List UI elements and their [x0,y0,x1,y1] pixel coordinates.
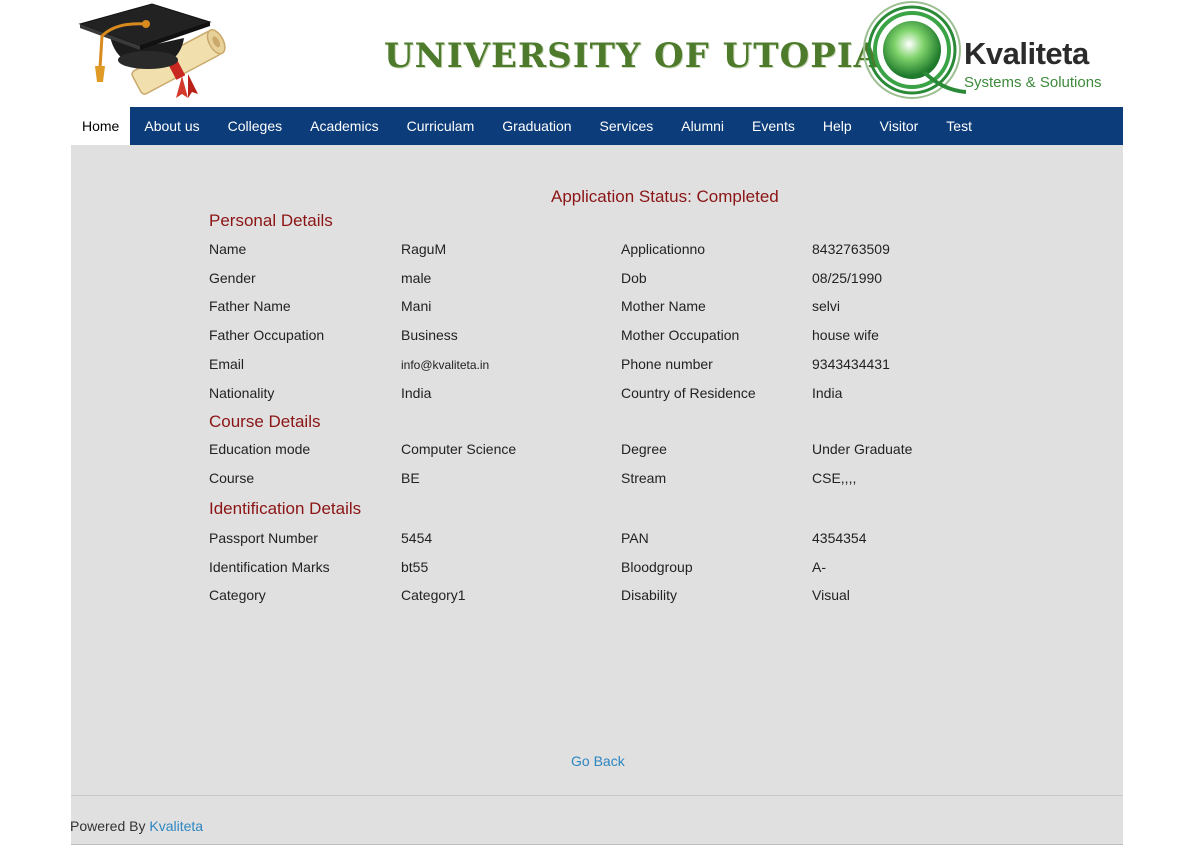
field-value: Computer Science [401,441,517,457]
field-value: house wife [812,327,879,344]
nav-item-events[interactable]: Events [738,107,809,145]
field-label: Mother Name [621,298,706,315]
detail-row: Category Category1 Disability Visual [71,587,1123,607]
field-value: RaguM [401,241,447,257]
field-value: bt55 [401,558,429,575]
field-label: Course [209,469,255,486]
graduation-cap-icon [78,3,226,98]
powered-by: Powered By Kvaliteta [70,818,203,834]
detail-row: Name RaguM Applicationno 8432763509 [71,241,1123,261]
detail-row: Email info@kvaliteta.in Phone number 934343… [71,356,1123,376]
field-label: Category [209,587,266,604]
kvaliteta-link[interactable]: Kvaliteta [149,818,203,834]
header: UNIVERSITY OF UTOPIA Kvaliteta Systems &… [0,0,1194,107]
field-value: male [401,269,432,286]
brand-name: Kvaliteta [964,36,1089,71]
detail-row: Passport Number 5454 PAN 4354354 [71,530,1123,550]
nav-item-graduation[interactable]: Graduation [488,107,585,145]
nav-item-help[interactable]: Help [809,107,866,145]
nav-item-alumni[interactable]: Alumni [667,107,738,145]
field-label: Passport Number [209,530,318,546]
detail-row: Nationality India Country of Residence Indi… [71,385,1123,405]
content-area: Application Status: Completed Personal D… [71,145,1123,795]
main-nav: Home About us Colleges Academics Curriculam G… [71,107,1123,145]
detail-row: Course BE Stream CSE,,,, [71,470,1123,490]
field-value: Visual [812,587,850,604]
section-title-identification: Identification Details [209,499,362,518]
field-value: 08/25/1990 [812,269,883,286]
field-value: selvi [812,298,841,315]
field-label: Father Occupation [209,327,325,344]
nav-item-visitor[interactable]: Visitor [866,107,933,145]
field-value: Business [401,327,458,344]
divider [71,844,1123,845]
field-label: Nationality [209,384,275,401]
field-label: Stream [621,469,667,486]
field-value: Under Graduate [812,441,913,457]
field-value: India [812,384,843,401]
field-label: Degree [621,441,667,457]
field-label: Applicationno [621,241,706,257]
field-label: Bloodgroup [621,558,693,575]
application-status: Application Status: Completed [551,187,779,206]
field-label: Country of Residence [621,384,756,401]
kvaliteta-q-icon [863,1,966,99]
nav-item-test[interactable]: Test [932,107,986,145]
nav-item-colleges[interactable]: Colleges [214,107,296,145]
brand-logo: Kvaliteta Systems & Solutions [862,0,1112,104]
field-value: info@kvaliteta.in [401,357,490,372]
nav-item-about-us[interactable]: About us [130,107,213,145]
section-title-course: Course Details [209,412,321,431]
field-label: Gender [209,269,256,286]
field-label: Father Name [209,298,291,315]
field-label: Dob [621,269,647,286]
field-label: PAN [621,530,649,546]
field-value: 5454 [401,530,433,546]
field-value: Category1 [401,587,466,604]
field-value: India [401,384,432,401]
brand-tagline: Systems & Solutions [964,74,1102,91]
field-value: 8432763509 [812,241,890,257]
field-label: Mother Occupation [621,327,740,344]
detail-row: Gender male Dob 08/25/1990 [71,270,1123,290]
detail-row: Education mode Computer Science Degree Unde… [71,441,1123,461]
detail-row: Father Name Mani Mother Name selvi [71,298,1123,318]
field-label: Name [209,241,247,257]
field-value: BE [401,469,420,486]
powered-by-label: Powered By [70,818,146,834]
nav-item-services[interactable]: Services [586,107,668,145]
field-label: Identification Marks [209,558,330,575]
nav-item-home[interactable]: Home [71,107,131,145]
field-value: A- [812,558,826,575]
field-label: Phone number [621,355,713,372]
detail-row: Identification Marks bt55 Bloodgroup A- [71,559,1123,579]
nav-item-academics[interactable]: Academics [296,107,392,145]
field-label: Email [209,355,245,372]
go-back-link[interactable]: Go Back [571,753,625,769]
section-title-personal: Personal Details [209,211,333,230]
field-value: CSE,,,, [812,469,857,486]
field-label: Education mode [209,441,311,457]
field-label: Disability [621,587,678,604]
nav-item-curriculam[interactable]: Curriculam [393,107,489,145]
field-value: Mani [401,298,432,315]
footer [71,796,1123,844]
page-title: UNIVERSITY OF UTOPIA [384,36,882,76]
field-value: 4354354 [812,530,867,546]
field-value: 9343434431 [812,355,890,372]
detail-row: Father Occupation Business Mother Occupati… [71,327,1123,347]
